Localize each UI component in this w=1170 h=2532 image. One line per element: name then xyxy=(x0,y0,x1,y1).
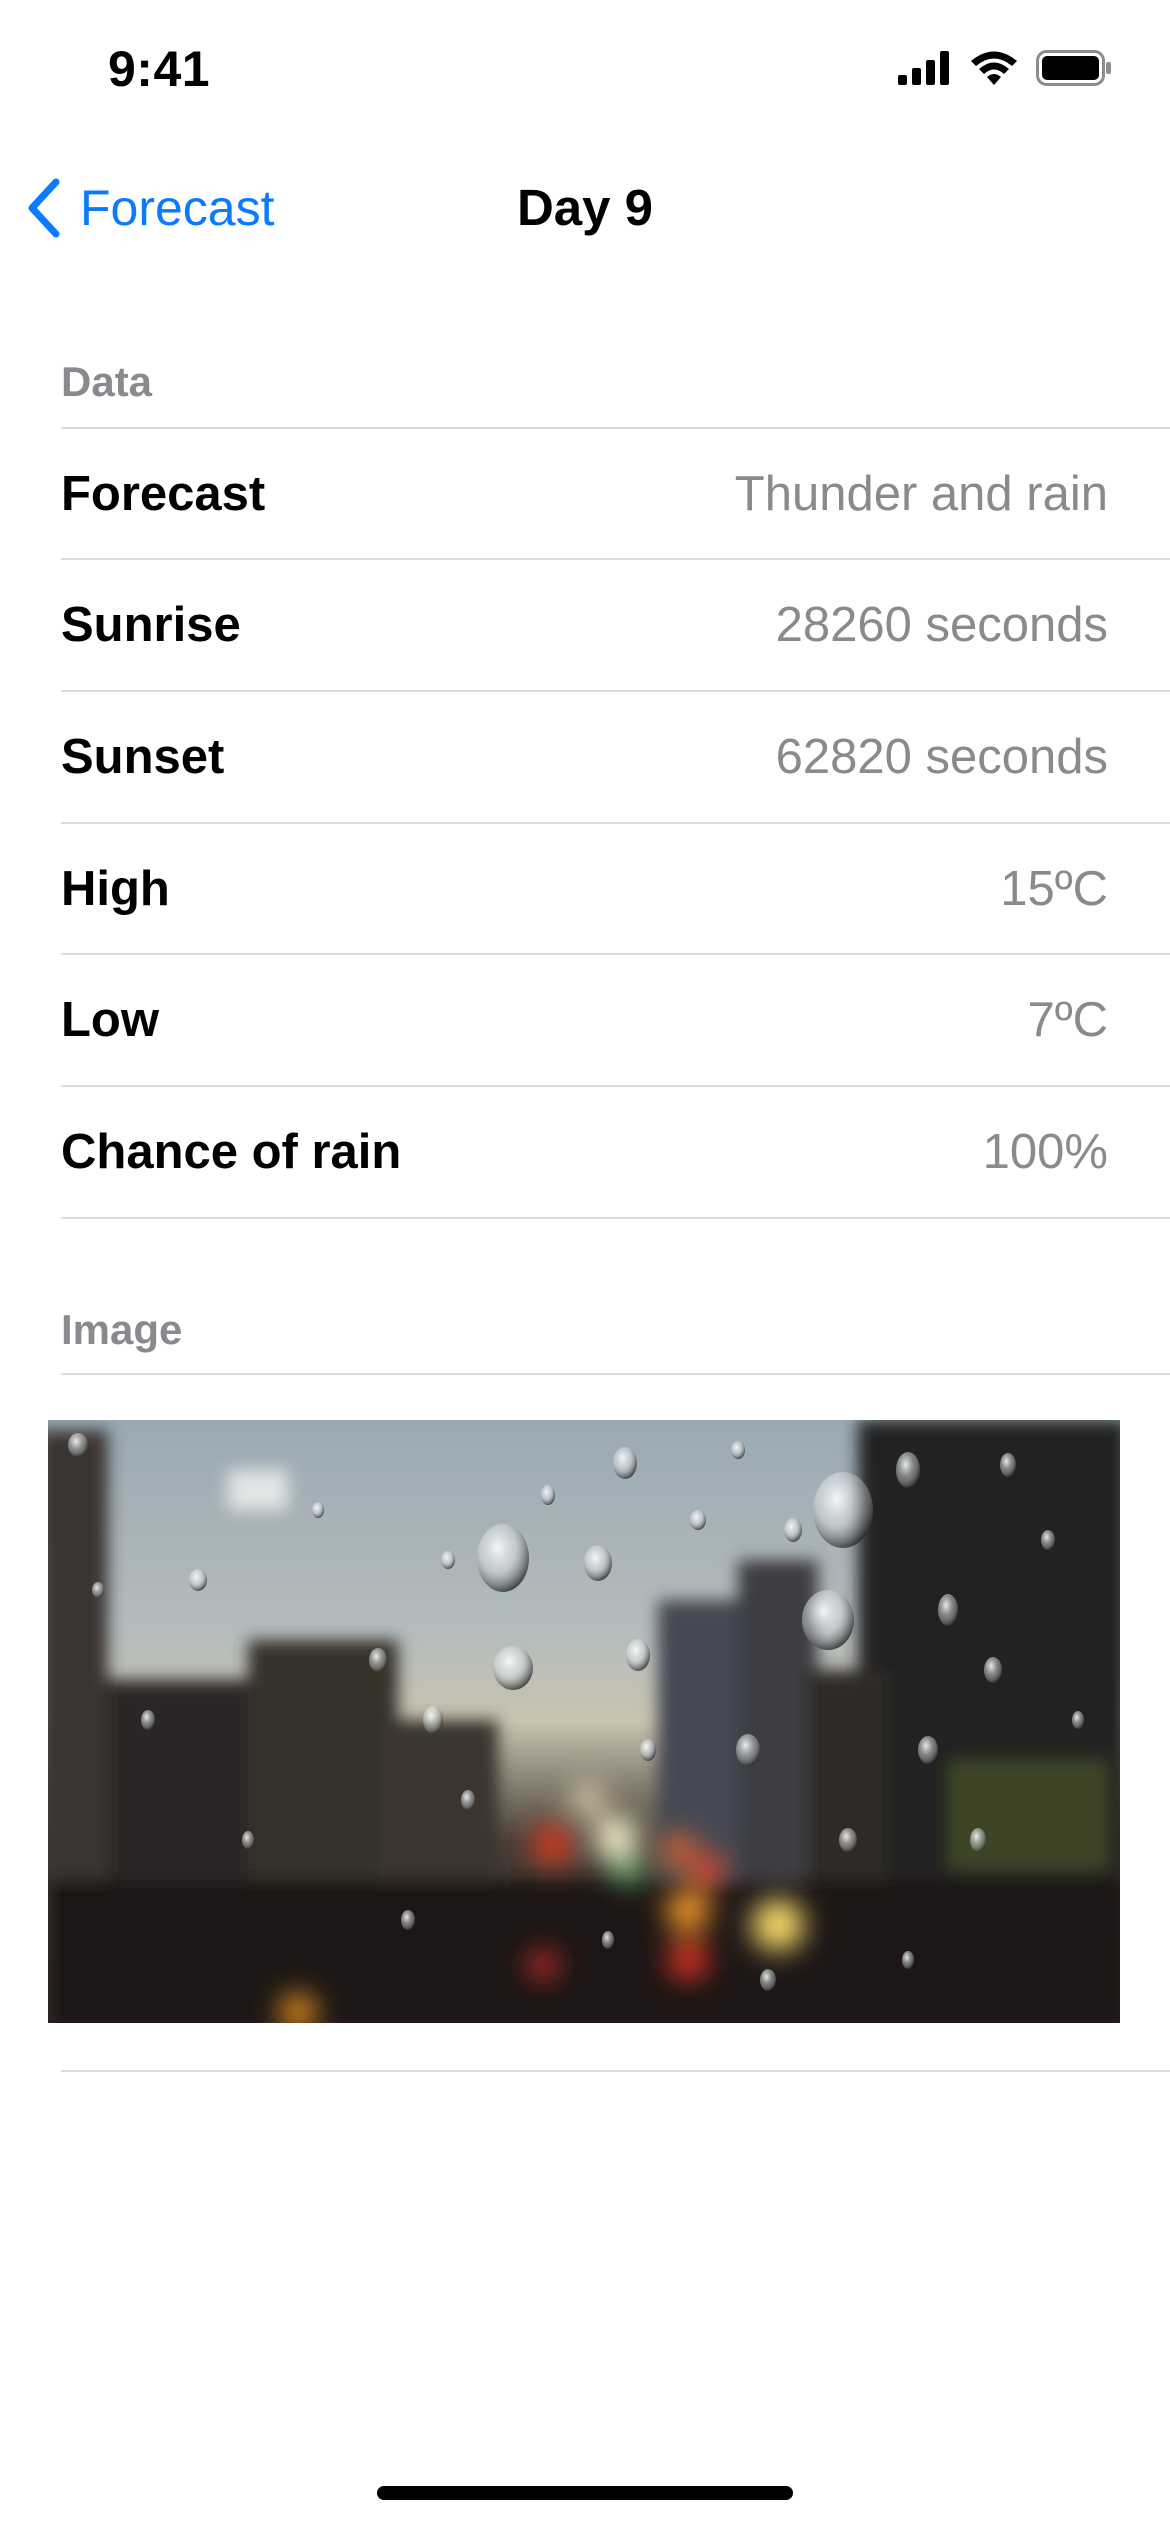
home-indicator[interactable] xyxy=(377,2486,793,2500)
row-label: Forecast xyxy=(61,467,266,521)
status-icons xyxy=(898,50,1112,86)
row-value: 100% xyxy=(982,1125,1108,1179)
status-time: 9:41 xyxy=(108,41,211,97)
cellular-signal-icon xyxy=(898,51,949,85)
separator xyxy=(61,1373,1170,1375)
list-row-forecast: Forecast Thunder and rain xyxy=(61,429,1108,559)
row-label: Low xyxy=(61,993,159,1047)
row-value: 7ºC xyxy=(1027,993,1108,1047)
wifi-icon xyxy=(971,51,1017,85)
list-row-high: High 15ºC xyxy=(61,824,1108,954)
status-bar: 9:41 xyxy=(0,0,1170,150)
section-header-data: Data xyxy=(61,358,153,405)
list-row-sunset: Sunset 62820 seconds xyxy=(61,692,1108,822)
rain-window-illustration xyxy=(48,1420,1120,2023)
battery-icon xyxy=(1036,50,1111,86)
list-row-low: Low 7ºC xyxy=(61,955,1108,1085)
row-label: Sunset xyxy=(61,730,225,784)
section-header-image: Image xyxy=(61,1306,183,1353)
row-value: 28260 seconds xyxy=(775,598,1108,652)
row-label: Sunrise xyxy=(61,598,241,652)
row-value: 15ºC xyxy=(1000,862,1108,916)
page-title: Day 9 xyxy=(516,179,654,236)
navigation-bar: Forecast Day 9 xyxy=(0,160,1170,256)
row-value: 62820 seconds xyxy=(775,730,1108,784)
row-label: High xyxy=(61,862,170,916)
separator xyxy=(61,1217,1170,1219)
row-label: Chance of rain xyxy=(61,1125,402,1179)
rain-window-photo xyxy=(48,1420,1120,2023)
list-row-chance-of-rain: Chance of rain 100% xyxy=(61,1087,1108,1217)
list-row-sunrise: Sunrise 28260 seconds xyxy=(61,560,1108,690)
row-value: Thunder and rain xyxy=(734,467,1108,521)
separator xyxy=(61,2070,1170,2072)
